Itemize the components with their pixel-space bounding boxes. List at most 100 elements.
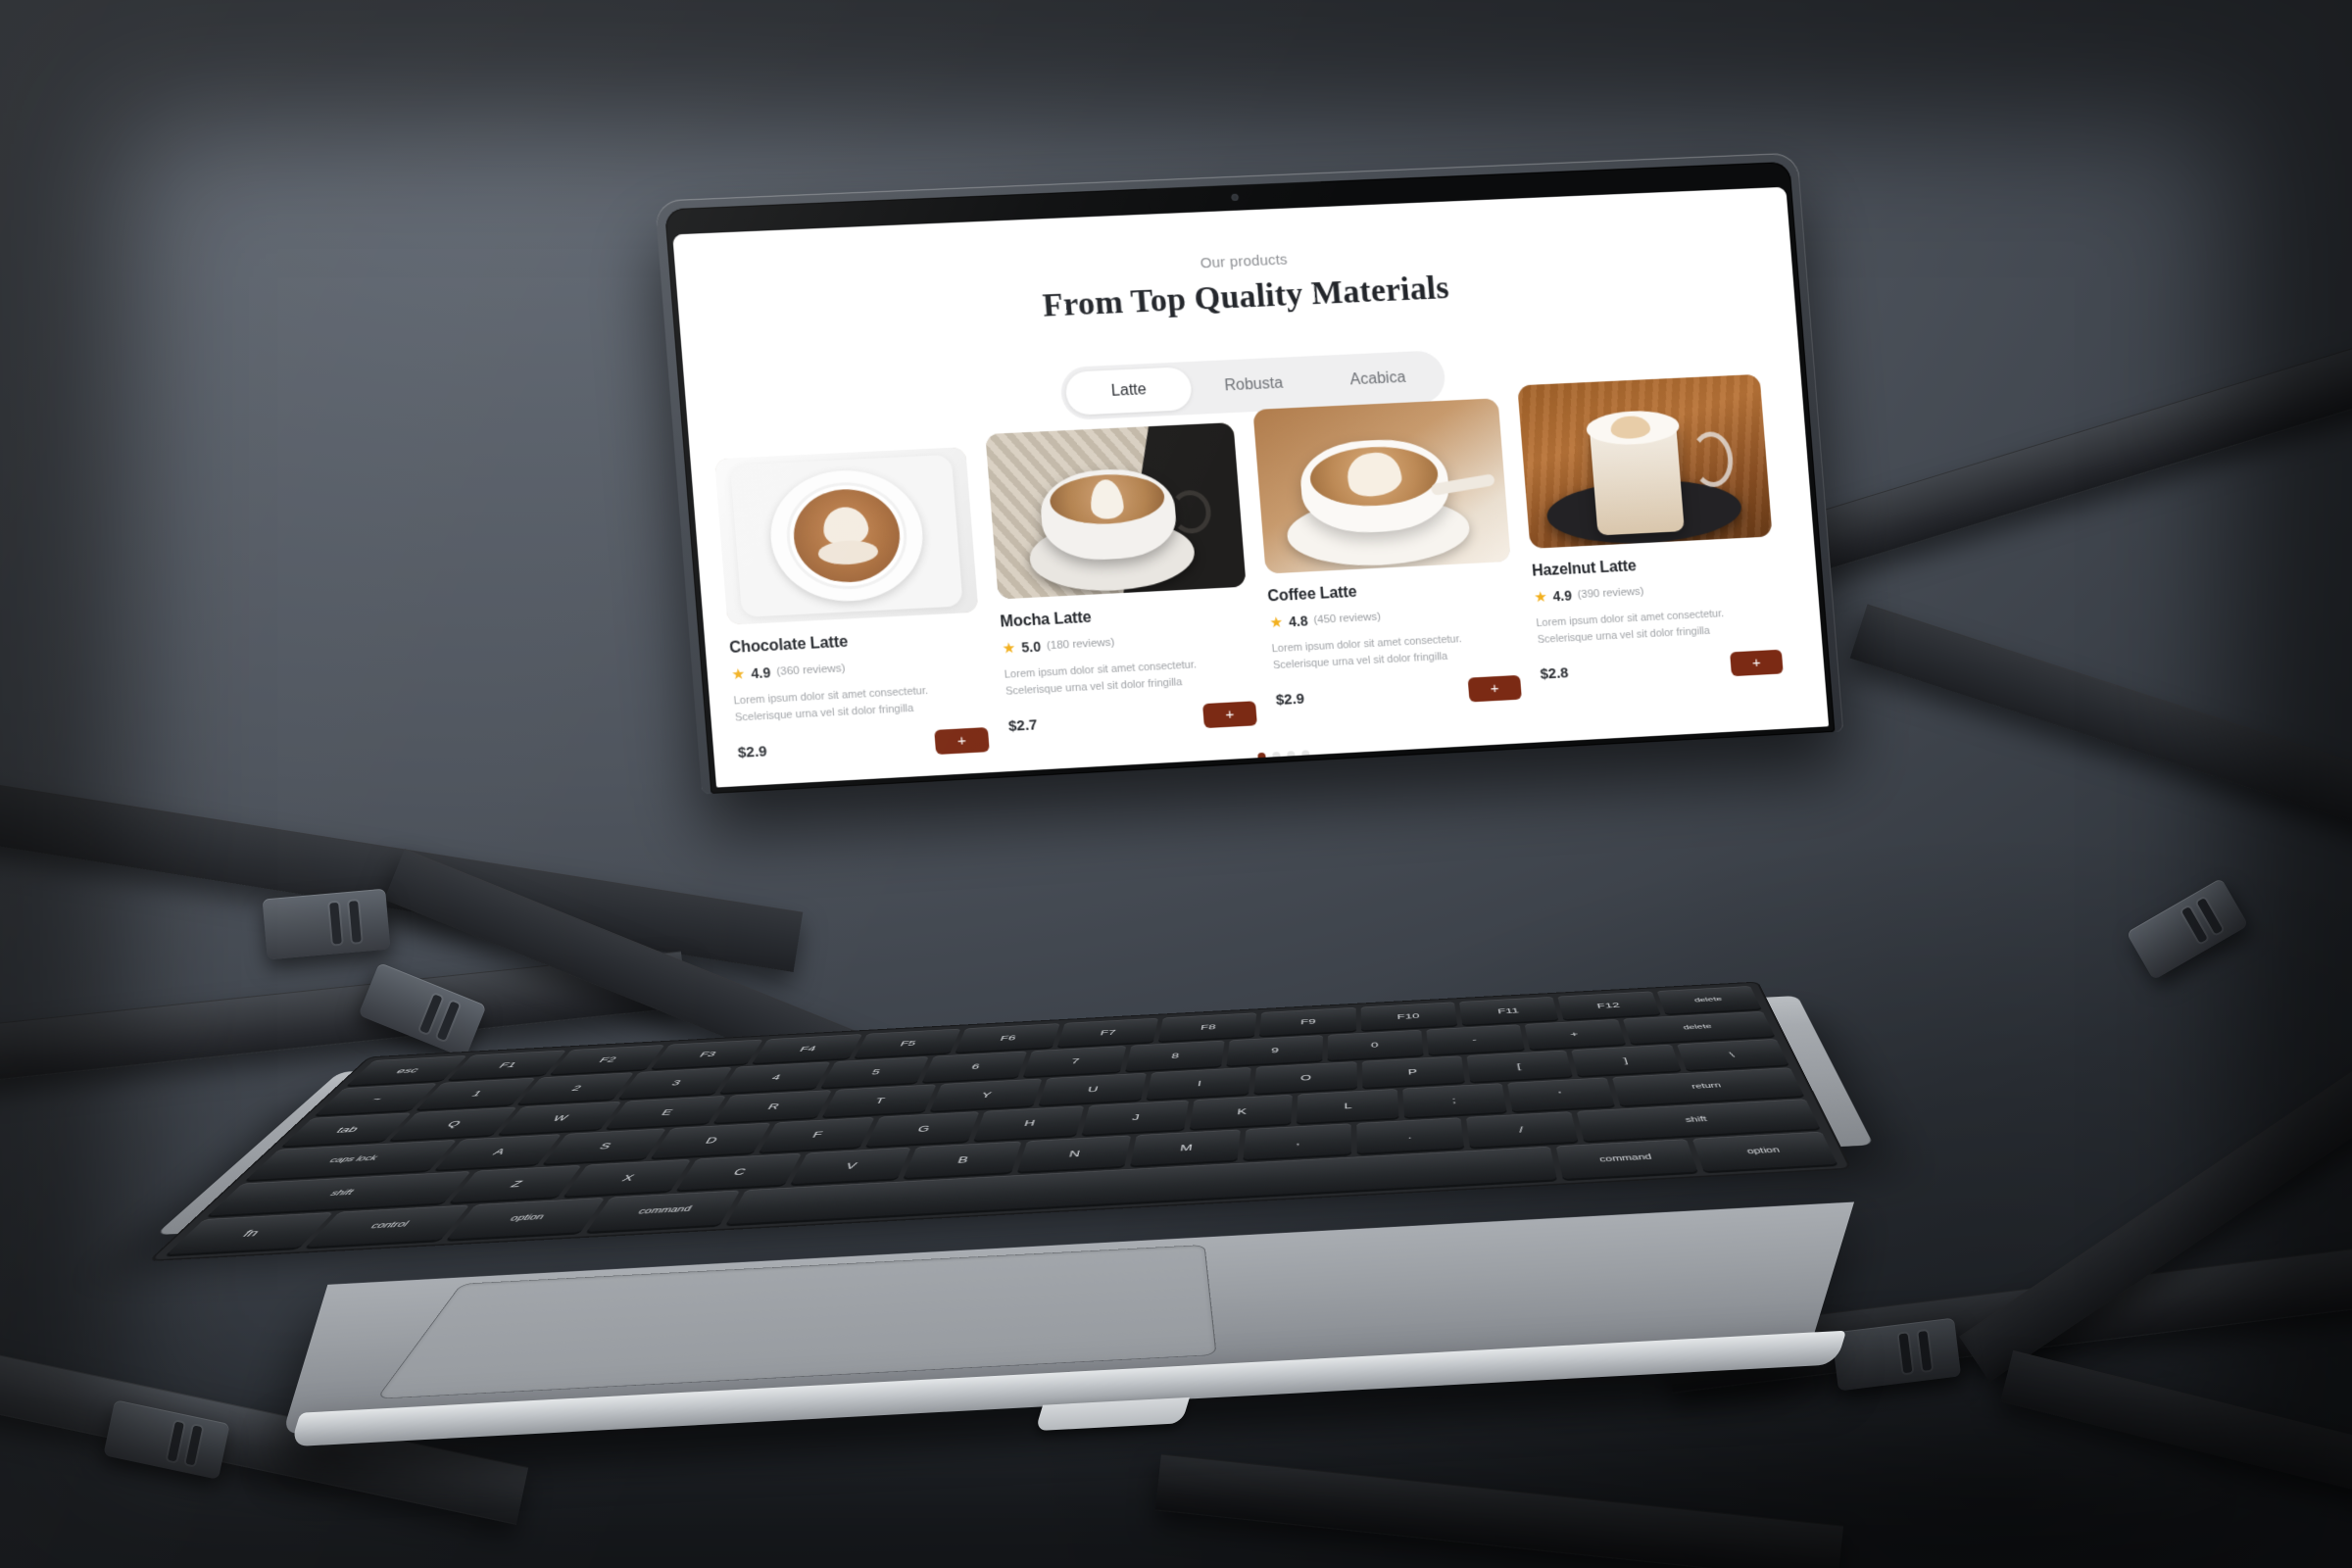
keyboard-key[interactable]: R [713,1090,832,1124]
keyboard-key[interactable]: D [651,1122,771,1158]
keyboard-key[interactable]: F4 [752,1034,862,1064]
keyboard-key[interactable]: delete [1622,1011,1775,1045]
keyboard-key[interactable]: esc [347,1054,468,1086]
keyboard-key[interactable]: W [498,1101,622,1135]
tab-robusta[interactable]: Robusta [1190,361,1318,410]
keyboard-key[interactable]: 0 [1327,1030,1424,1060]
add-to-cart-button[interactable]: + [934,727,990,756]
product-price: $2.8 [1540,664,1570,684]
keyboard-key[interactable]: J [1081,1100,1189,1135]
keyboard-key[interactable]: 9 [1226,1035,1323,1066]
keyboard-key[interactable]: \ [1676,1038,1789,1071]
add-to-cart-button[interactable]: + [1202,701,1257,729]
product-rating: ★ 5.0 (180 reviews) [1002,627,1250,658]
keyboard-key[interactable]: 3 [618,1067,733,1100]
product-rating: ★ 4.9 (360 reviews) [731,654,983,683]
keyboard-key[interactable]: 8 [1124,1040,1225,1072]
product-image [985,422,1247,600]
keyboard-key[interactable]: delete [1656,986,1762,1014]
keyboard-key[interactable]: option [1691,1132,1838,1172]
product-image [714,447,979,625]
star-icon: ★ [730,664,746,683]
star-icon: ★ [1002,639,1016,658]
keyboard-key[interactable]: I [1146,1066,1251,1101]
pagination-dot[interactable] [1256,753,1266,761]
keyboard-key[interactable]: 5 [821,1056,930,1088]
keyboard-key[interactable]: F12 [1557,991,1660,1020]
keyboard-key[interactable]: - [1426,1024,1525,1055]
keyboard-key[interactable]: G [865,1111,980,1147]
keyboard-key[interactable]: E [606,1095,727,1130]
rating-value: 4.9 [1551,587,1573,605]
product-footer: $2.9 + [737,727,990,765]
product-footer: $2.9 + [1275,675,1522,712]
keyboard-key[interactable]: F8 [1157,1012,1257,1042]
keyboard-key[interactable]: F3 [651,1039,764,1069]
keyboard-key[interactable]: H [973,1105,1085,1141]
keyboard-key[interactable]: ] [1571,1044,1682,1077]
keyboard-key[interactable]: F10 [1360,1002,1458,1031]
laptop-mockup: esc F1 F2 F3 F4 F5 F6 F7 F8 F9 F10 F11 F12 delete ~1 2… [0,0,2352,1568]
keyboard-key[interactable]: O [1253,1061,1357,1095]
keyboard-key[interactable]: ; [1402,1083,1507,1118]
keyboard-key[interactable]: + [1524,1019,1626,1050]
keyboard-key[interactable]: / [1466,1111,1578,1148]
laptop-lid: Our products From Top Quality Materials … [655,152,1844,795]
product-card[interactable]: Mocha Latte ★ 5.0 (180 reviews) Lorem ip… [985,422,1257,739]
keyboard-key[interactable]: X [563,1158,692,1198]
keyboard-key[interactable]: K [1189,1095,1294,1130]
keyboard-key[interactable]: L [1297,1089,1399,1124]
keyboard-key[interactable]: F [758,1117,875,1152]
add-to-cart-button[interactable]: + [1467,675,1522,703]
keyboard-key[interactable]: N [1016,1135,1132,1173]
keyboard-key[interactable]: ~ [315,1083,438,1115]
keyboard-key[interactable]: option [446,1198,605,1240]
keyboard-key[interactable]: 7 [1023,1046,1126,1077]
keyboard-key[interactable]: F6 [955,1023,1060,1054]
keyboard-key[interactable]: F7 [1056,1017,1158,1048]
keyboard-key[interactable]: Z [450,1164,582,1203]
keyboard-key[interactable]: 2 [517,1072,634,1104]
screen: Our products From Top Quality Materials … [672,186,1830,788]
keyboard-key[interactable]: . [1356,1117,1465,1154]
keyboard-key[interactable]: F9 [1259,1006,1356,1037]
keyboard-key[interactable]: Y [930,1078,1042,1112]
tab-acabica[interactable]: Acabica [1314,355,1442,404]
keyboard-key[interactable]: command [1556,1139,1698,1179]
product-card[interactable]: Chocolate Latte ★ 4.9 (360 reviews) Lore… [714,447,990,765]
add-to-cart-button[interactable]: + [1730,650,1784,677]
product-price: $2.9 [737,743,768,762]
keyboard-key[interactable]: , [1243,1123,1351,1160]
keyboard-key[interactable]: tab [281,1112,413,1147]
keyboard-key[interactable]: [ [1466,1050,1573,1083]
keyboard-key[interactable]: T [821,1084,937,1118]
keyboard-key[interactable]: command [586,1190,741,1232]
keyboard-key[interactable]: F2 [549,1045,665,1075]
keyboard-key[interactable]: C [676,1152,802,1191]
keyboard-key[interactable]: M [1130,1129,1242,1166]
rating-value: 4.9 [750,664,771,682]
pagination-dot[interactable] [1286,751,1296,760]
keyboard-key[interactable]: F5 [854,1028,961,1058]
keyboard-key[interactable]: B [903,1141,1021,1179]
keyboard-key[interactable]: P [1361,1055,1465,1089]
keyboard-key[interactable]: F1 [448,1050,566,1081]
product-description: Lorem ipsum dolor sit amet consectetur. … [1271,633,1462,671]
product-card[interactable]: Coffee Latte ★ 4.8 (450 reviews) Lorem i… [1252,398,1522,712]
keyboard-key[interactable]: ' [1507,1077,1615,1112]
keyboard-key[interactable]: 4 [719,1061,831,1094]
product-description: Lorem ipsum dolor sit amet consectetur. … [1004,659,1198,698]
keyboard-key[interactable]: V [790,1147,911,1185]
keyboard-key[interactable]: control [306,1204,469,1248]
product-card[interactable]: Hazelnut Latte ★ 4.9 (390 reviews) Lorem… [1517,373,1784,687]
pagination-dot[interactable] [1271,752,1281,760]
camera-icon [1231,193,1239,201]
product-footer: $2.8 + [1540,650,1784,687]
tab-latte[interactable]: Latte [1064,367,1194,416]
keyboard-key[interactable]: U [1038,1072,1147,1106]
rating-value: 5.0 [1020,638,1042,656]
keyboard-key[interactable]: 6 [922,1051,1028,1083]
keyboard-key[interactable]: F11 [1458,996,1559,1026]
pagination-dot[interactable] [1300,750,1310,760]
keyboard-key[interactable]: S [543,1128,666,1164]
